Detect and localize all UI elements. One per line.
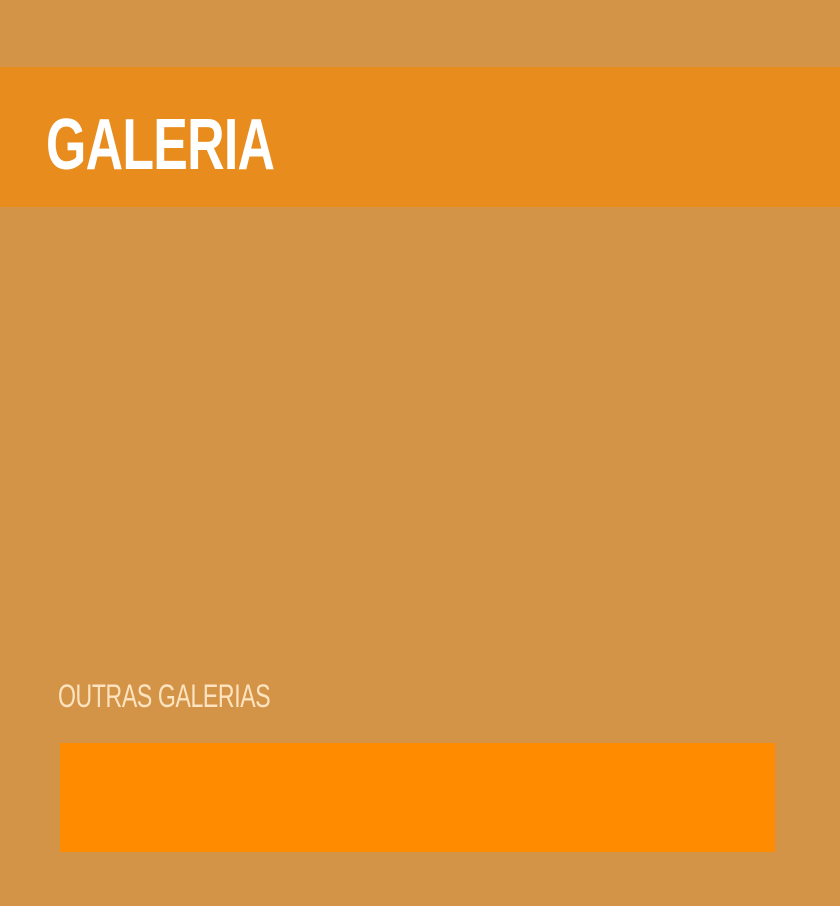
gallery-page: GALERIA OUTRAS GALERIAS [0,0,840,906]
page-title: GALERIA [46,105,275,185]
gallery-content-area [0,207,840,657]
other-gallery-card[interactable] [60,743,775,852]
other-galleries-heading: OUTRAS GALERIAS [58,678,271,714]
